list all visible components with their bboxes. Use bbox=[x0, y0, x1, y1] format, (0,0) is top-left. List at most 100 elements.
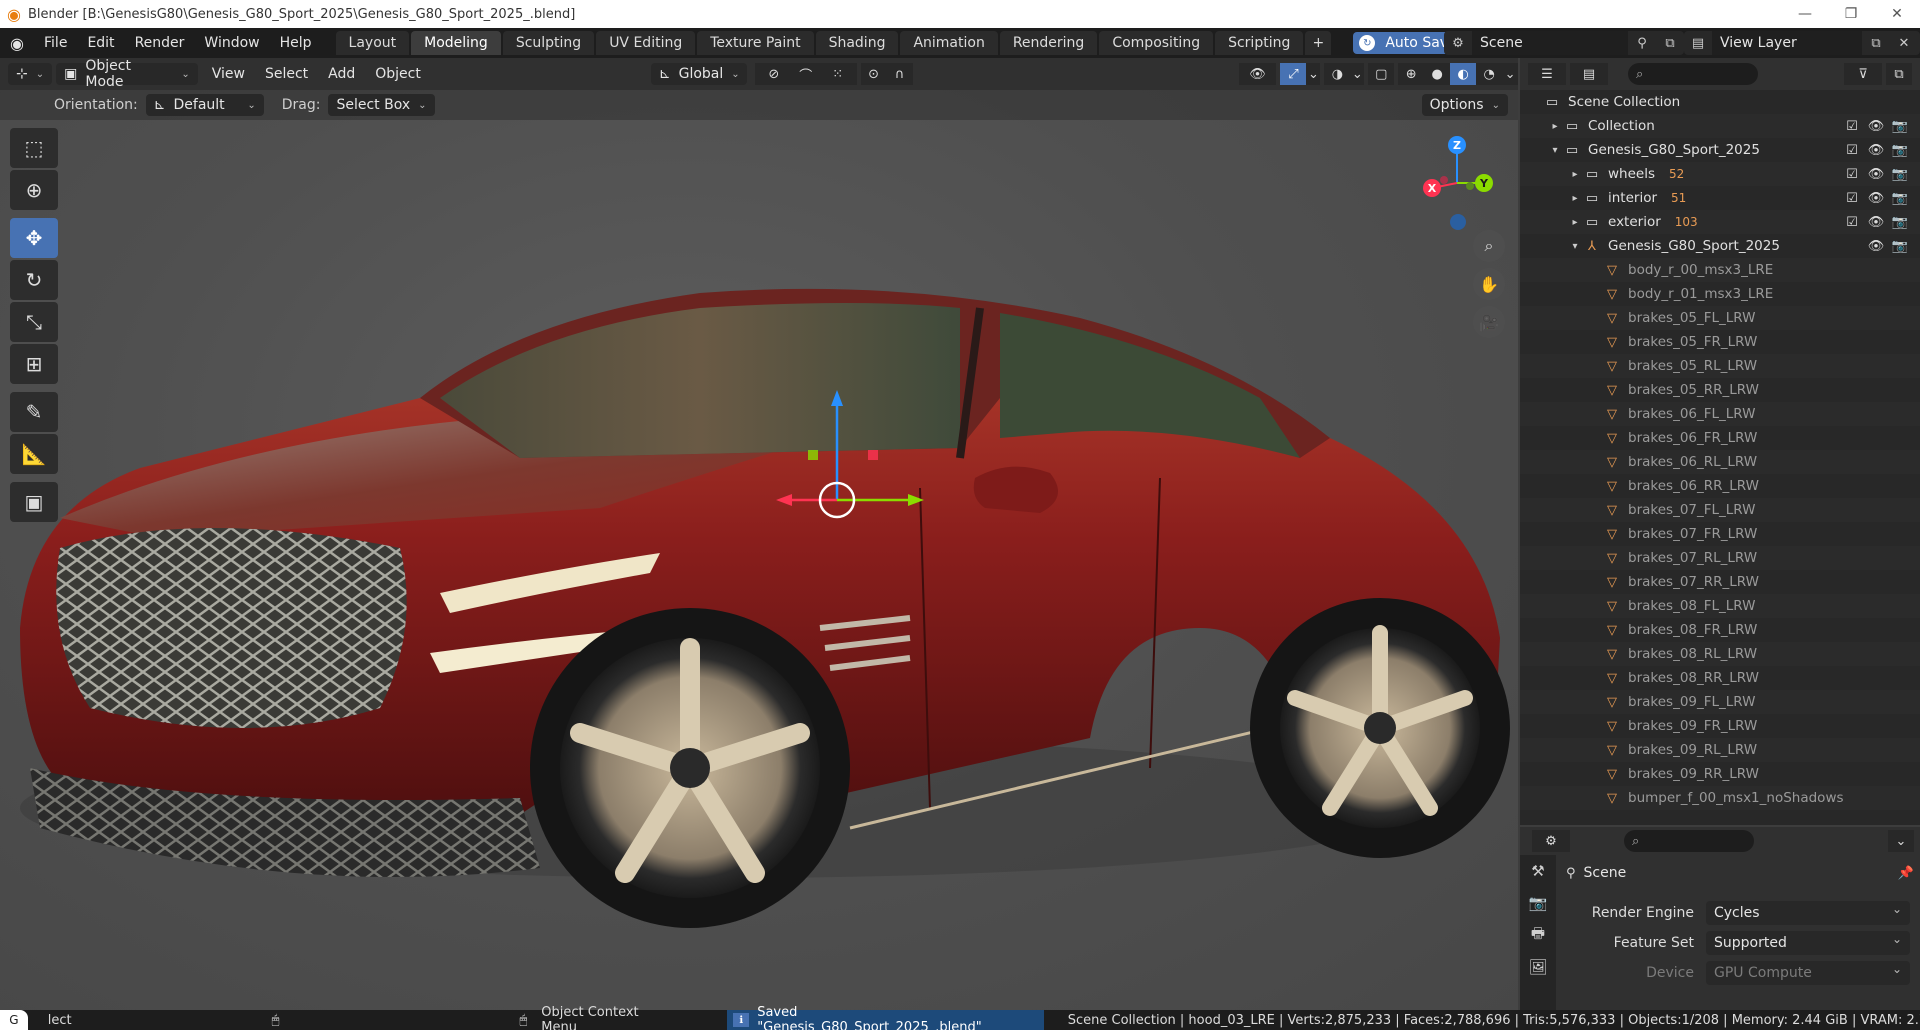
options-dropdown[interactable]: Options ⌄ bbox=[1421, 94, 1508, 116]
properties-search-input[interactable]: ⌕ bbox=[1624, 830, 1754, 852]
camera-icon[interactable]: 📷 bbox=[1888, 215, 1912, 230]
eye-icon[interactable]: 👁 bbox=[1864, 191, 1888, 206]
menu-object[interactable]: Object bbox=[365, 66, 431, 82]
gizmo-dropdown[interactable]: ⌄ bbox=[1306, 63, 1321, 85]
scene-name-field[interactable]: Scene bbox=[1472, 31, 1628, 55]
camera-icon[interactable]: 📷 bbox=[1888, 167, 1912, 182]
outliner-row[interactable]: ▽ brakes_05_FL_LRW bbox=[1520, 306, 1920, 330]
zoom-icon[interactable]: ⌕ bbox=[1473, 230, 1505, 262]
proportional-edit-icon[interactable]: ⊙ bbox=[860, 63, 887, 85]
outliner-row[interactable]: ▽ brakes_07_RL_LRW bbox=[1520, 546, 1920, 570]
eye-icon[interactable]: 👁 bbox=[1864, 167, 1888, 182]
view-layer-browse-icon[interactable]: ▤ bbox=[1684, 31, 1712, 55]
view-layer-name-field[interactable]: View Layer bbox=[1712, 31, 1862, 55]
camera-icon[interactable]: 📷 bbox=[1888, 143, 1912, 158]
display-mode-icon[interactable]: ▤ bbox=[1570, 63, 1608, 85]
scene-collection-row[interactable]: ▭ Scene Collection bbox=[1520, 90, 1920, 114]
menu-edit[interactable]: Edit bbox=[77, 28, 124, 58]
expand-right-icon[interactable]: ▸ bbox=[1568, 169, 1582, 180]
tab-scripting[interactable]: Scripting bbox=[1215, 31, 1304, 55]
wireframe-shading-icon[interactable]: ⊕ bbox=[1398, 63, 1425, 85]
outliner-row[interactable]: ▽ brakes_08_RL_LRW bbox=[1520, 642, 1920, 666]
tool-tab-icon[interactable]: ⚒ bbox=[1520, 855, 1556, 887]
checkbox-icon[interactable]: ☑ bbox=[1840, 119, 1864, 134]
mode-dropdown[interactable]: ▣ Object Mode ⌄ bbox=[56, 58, 198, 90]
menu-view[interactable]: View bbox=[202, 66, 255, 82]
menu-select[interactable]: Select bbox=[255, 66, 318, 82]
tab-modeling[interactable]: Modeling bbox=[411, 31, 501, 55]
checkbox-icon[interactable]: ☑ bbox=[1840, 143, 1864, 158]
rotate-icon[interactable]: ↻ bbox=[10, 260, 58, 300]
outliner-row[interactable]: ▽ brakes_06_FR_LRW bbox=[1520, 426, 1920, 450]
device-dropdown[interactable]: GPU Compute bbox=[1706, 961, 1910, 985]
camera-view-icon[interactable]: 🎥 bbox=[1473, 306, 1505, 338]
expand-right-icon[interactable]: ▸ bbox=[1568, 217, 1582, 228]
new-collection-icon[interactable]: ⧉ bbox=[1886, 63, 1912, 85]
restore-icon[interactable]: ❐ bbox=[1828, 0, 1874, 28]
outliner-row[interactable]: ▽ brakes_06_FL_LRW bbox=[1520, 402, 1920, 426]
menu-file[interactable]: File bbox=[34, 28, 77, 58]
gizmo-toggle-icon[interactable]: ⤢ bbox=[1280, 63, 1307, 85]
expand-right-icon[interactable]: ▸ bbox=[1548, 121, 1562, 132]
material-preview-icon[interactable]: ◐ bbox=[1450, 63, 1477, 85]
outliner-row[interactable]: ▽ brakes_08_RR_LRW bbox=[1520, 666, 1920, 690]
navigation-gizmo[interactable]: Z X Y bbox=[1412, 133, 1502, 233]
minimize-icon[interactable]: — bbox=[1782, 0, 1828, 28]
scene-pin-icon[interactable]: ⚲ bbox=[1628, 31, 1656, 55]
view-layer-remove-icon[interactable]: ✕ bbox=[1890, 31, 1918, 55]
outliner-row[interactable]: ▽ brakes_05_RL_LRW bbox=[1520, 354, 1920, 378]
eye-icon[interactable]: 👁 bbox=[1864, 119, 1888, 134]
outliner-row[interactable]: ▽ brakes_08_FL_LRW bbox=[1520, 594, 1920, 618]
measure-icon[interactable]: 📐 bbox=[10, 434, 58, 474]
menu-add[interactable]: Add bbox=[318, 66, 365, 82]
outliner-row[interactable]: ▽ brakes_06_RL_LRW bbox=[1520, 450, 1920, 474]
blender-menu-icon[interactable]: ◉ bbox=[0, 28, 34, 58]
close-icon[interactable]: ✕ bbox=[1874, 0, 1920, 28]
render-engine-dropdown[interactable]: Cycles bbox=[1706, 901, 1910, 925]
tab-sculpting[interactable]: Sculpting bbox=[502, 31, 595, 55]
eye-icon[interactable]: 👁 bbox=[1864, 239, 1888, 254]
outliner-row[interactable]: ▾ ▭ Genesis_G80_Sport_2025 ☑ 👁 📷 bbox=[1520, 138, 1920, 162]
transform-orientation-dropdown[interactable]: ⊾ Global ⌄ bbox=[650, 63, 747, 85]
view-layer-new-icon[interactable]: ⧉ bbox=[1862, 31, 1890, 55]
outliner-search-input[interactable]: ⌕ bbox=[1628, 63, 1758, 85]
pan-hand-icon[interactable]: ✋ bbox=[1473, 268, 1505, 300]
tab-uv-editing[interactable]: UV Editing bbox=[596, 31, 696, 55]
camera-icon[interactable]: 📷 bbox=[1888, 191, 1912, 206]
shading-dropdown[interactable]: ⌄ bbox=[1502, 63, 1518, 85]
outliner-row[interactable]: ▸ ▭ exterior 103 ☑ 👁 📷 bbox=[1520, 210, 1920, 234]
outliner-row[interactable]: ▽ brakes_05_FR_LRW bbox=[1520, 330, 1920, 354]
tab-compositing[interactable]: Compositing bbox=[1099, 31, 1214, 55]
outliner-row[interactable]: ▽ brakes_07_FR_LRW bbox=[1520, 522, 1920, 546]
orientation-dropdown[interactable]: ⊾ Default ⌄ bbox=[145, 94, 264, 116]
eye-icon[interactable]: 👁 bbox=[1864, 143, 1888, 158]
render-tab-icon[interactable]: 📷 bbox=[1520, 887, 1556, 919]
outliner-row[interactable]: ▽ body_r_01_msx3_LRE bbox=[1520, 282, 1920, 306]
visibility-icon[interactable]: 👁 bbox=[1238, 63, 1277, 85]
outliner-row[interactable]: ▽ body_r_00_msx3_LRE bbox=[1520, 258, 1920, 282]
falloff-icon[interactable]: ∩ bbox=[886, 63, 913, 85]
outliner-row[interactable]: ▾ ⅄ Genesis_G80_Sport_2025 👁 📷 bbox=[1520, 234, 1920, 258]
expand-down-icon[interactable]: ▾ bbox=[1568, 241, 1582, 252]
menu-window[interactable]: Window bbox=[194, 28, 269, 58]
tab-texture-paint[interactable]: Texture Paint bbox=[697, 31, 814, 55]
checkbox-icon[interactable]: ☑ bbox=[1840, 191, 1864, 206]
checkbox-icon[interactable]: ☑ bbox=[1840, 167, 1864, 182]
feature-set-dropdown[interactable]: Supported bbox=[1706, 931, 1910, 955]
rendered-shading-icon[interactable]: ◔ bbox=[1476, 63, 1503, 85]
outliner-row[interactable]: ▽ brakes_07_FL_LRW bbox=[1520, 498, 1920, 522]
select-box-icon[interactable]: ⬚ bbox=[10, 128, 58, 168]
outliner-row[interactable]: ▽ brakes_09_RR_LRW bbox=[1520, 762, 1920, 786]
camera-icon[interactable]: 📷 bbox=[1888, 239, 1912, 254]
outliner-row[interactable]: ▸ ▭ Collection ☑ 👁 📷 bbox=[1520, 114, 1920, 138]
output-tab-icon[interactable]: 🖶 bbox=[1520, 919, 1556, 951]
tab-animation[interactable]: Animation bbox=[900, 31, 998, 55]
car-model[interactable] bbox=[0, 208, 1518, 988]
overlays-toggle-icon[interactable]: ◑ bbox=[1324, 63, 1351, 85]
eye-icon[interactable]: 👁 bbox=[1864, 215, 1888, 230]
pivot-point-icon[interactable]: ⊘ bbox=[754, 63, 793, 85]
xray-toggle-icon[interactable]: ▢ bbox=[1368, 63, 1395, 85]
outliner-row[interactable]: ▽ brakes_09_RL_LRW bbox=[1520, 738, 1920, 762]
scene-new-icon[interactable]: ⧉ bbox=[1656, 31, 1684, 55]
outliner-editor-type-icon[interactable]: ☰ bbox=[1528, 63, 1566, 85]
